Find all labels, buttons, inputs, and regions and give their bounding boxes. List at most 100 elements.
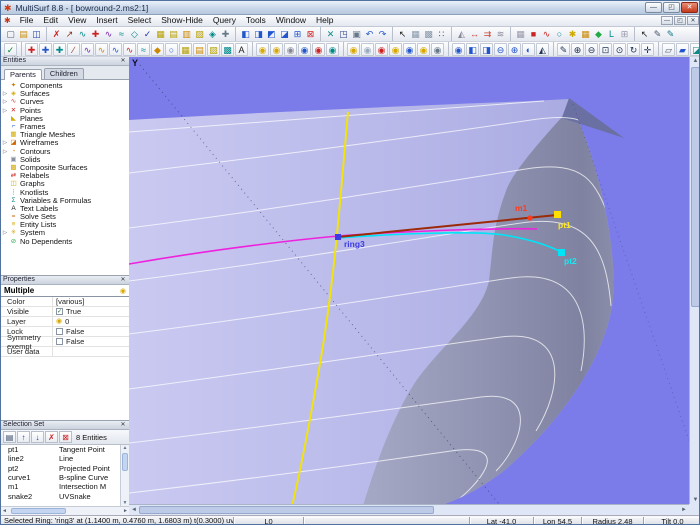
insert-surface-2-icon[interactable]: ▤ (167, 28, 180, 41)
lasso-select-icon[interactable]: ▩ (422, 28, 435, 41)
ccurve-tool-icon[interactable]: ∿ (123, 43, 136, 56)
expand-icon[interactable]: ▷ (1, 91, 9, 97)
grid-toggle-icon[interactable]: ▦ (514, 28, 527, 41)
edit-surface-icon[interactable]: ✱ (566, 28, 579, 41)
ring-tool-icon[interactable]: ○ (165, 43, 178, 56)
property-value[interactable]: [various] (53, 297, 129, 306)
surf-tool-4-icon[interactable]: ▩ (221, 43, 234, 56)
view-side-icon[interactable]: ◨ (480, 43, 493, 56)
snake-tool-icon[interactable]: ≈ (137, 43, 150, 56)
move-down-icon[interactable]: ↓ (31, 431, 44, 443)
menu-item-file[interactable]: File (15, 15, 39, 26)
surf-tool-3-icon[interactable]: ▨ (207, 43, 220, 56)
arc-tool-icon[interactable]: ∿ (95, 43, 108, 56)
pan-view-icon[interactable]: ✛ (641, 43, 654, 56)
show-icon[interactable]: ◉ (256, 43, 269, 56)
restore-button[interactable]: ◰ (663, 2, 680, 13)
expand-icon[interactable]: ▷ (1, 140, 9, 146)
insert-point-icon[interactable]: ✚ (89, 28, 102, 41)
visibility-2-icon[interactable]: ◉ (361, 43, 374, 56)
selection-row-pt1[interactable]: pt1Tangent Point (1, 445, 120, 454)
show-curves-icon[interactable]: ◉ (312, 43, 325, 56)
probe-icon[interactable]: ✎ (651, 28, 664, 41)
frame-entity-icon[interactable]: ⊞ (618, 28, 631, 41)
polyline-tool-icon[interactable]: ∿ (81, 43, 94, 56)
pointer-select-icon[interactable]: ↖ (396, 28, 409, 41)
point-tool-icon[interactable]: ✚ (25, 43, 38, 56)
window-tile-icon[interactable]: ◨ (252, 28, 265, 41)
redo-icon[interactable]: ↷ (376, 28, 389, 41)
checkbox-icon[interactable] (56, 328, 63, 335)
insert-surface-1-icon[interactable]: ▦ (154, 28, 167, 41)
window-split-icon[interactable]: ◩ (265, 28, 278, 41)
list-view-icon[interactable]: ▤ (3, 431, 16, 443)
insert-snake-icon[interactable]: ≈ (115, 28, 128, 41)
copy-icon[interactable]: ◳ (337, 28, 350, 41)
window-cascade-icon[interactable]: ◧ (239, 28, 252, 41)
view-iso-icon[interactable]: ◐ (522, 43, 535, 56)
menu-item-show-hide[interactable]: Show-Hide (156, 15, 208, 26)
visibility-5-icon[interactable]: ◉ (403, 43, 416, 56)
selection-row-curve1[interactable]: curve1B-spline Curve (1, 473, 120, 482)
proj-point-tool-icon[interactable]: ✚ (53, 43, 66, 56)
insert-line-icon[interactable]: ↗ (63, 28, 76, 41)
zoom-all-icon[interactable]: ⊙ (613, 43, 626, 56)
viewport-horizontal-scrollbar[interactable]: ◄► (129, 504, 689, 515)
cut-icon[interactable]: ✕ (324, 28, 337, 41)
tree-item-no-dependents[interactable]: ⊘No Dependents (1, 238, 129, 246)
checkbox-icon[interactable]: ✓ (56, 308, 63, 315)
verify-icon[interactable]: ✓ (141, 28, 154, 41)
edit-snake-icon[interactable]: ○ (553, 28, 566, 41)
close-button[interactable]: ✕ (681, 2, 698, 13)
insert-more-icon[interactable]: ✚ (219, 28, 232, 41)
selection-row-pt2[interactable]: pt2Projected Point (1, 464, 120, 473)
view-bottom-icon[interactable]: ⊕ (508, 43, 521, 56)
minimize-button[interactable]: — (645, 2, 662, 13)
show-points-icon[interactable]: ◉ (326, 43, 339, 56)
menu-item-query[interactable]: Query (208, 15, 241, 26)
fence-select-icon[interactable]: ▦ (409, 28, 422, 41)
menu-item-view[interactable]: View (63, 15, 91, 26)
insert-solid-icon[interactable]: ◈ (206, 28, 219, 41)
clear-all-icon[interactable]: ⊠ (59, 431, 72, 443)
property-value[interactable]: ✓True (53, 307, 129, 316)
properties-close-icon[interactable]: ✕ (119, 276, 127, 284)
twist-icon[interactable]: ≋ (494, 28, 507, 41)
window-grid-icon[interactable]: ⊞ (291, 28, 304, 41)
sketch-icon[interactable]: ✎ (557, 43, 570, 56)
view-front-icon[interactable]: ◧ (466, 43, 479, 56)
align-icon[interactable]: ◭ (455, 28, 468, 41)
rel-point-tool-icon[interactable]: ✚ (39, 43, 52, 56)
child-minimize-button[interactable]: — (661, 16, 673, 25)
mode-hidden-icon[interactable]: ▰ (676, 43, 689, 56)
expand-icon[interactable]: ▷ (1, 149, 9, 155)
paste-icon[interactable]: ▣ (350, 28, 363, 41)
mode-wireframe-icon[interactable]: ▱ (662, 43, 675, 56)
viewport-vertical-scrollbar[interactable]: ▲▼ (689, 57, 700, 504)
delete-entity-icon[interactable]: ✗ (50, 28, 63, 41)
entities-close-icon[interactable]: ✕ (119, 57, 127, 65)
surf-tool-1-icon[interactable]: ▦ (179, 43, 192, 56)
window-new-icon[interactable]: ◪ (278, 28, 291, 41)
menu-item-help[interactable]: Help (311, 15, 338, 26)
mode-shaded-icon[interactable]: ◪ (690, 43, 700, 56)
probe-snap-icon[interactable]: ✎ (664, 28, 677, 41)
selection-row-line2[interactable]: line2Line (1, 454, 120, 463)
menu-item-select[interactable]: Select (123, 15, 157, 26)
zoom-in-icon[interactable]: ⊕ (571, 43, 584, 56)
hide-icon[interactable]: ◉ (284, 43, 297, 56)
show-all-icon[interactable]: ◉ (270, 43, 283, 56)
offset-icon[interactable]: ⇉ (481, 28, 494, 41)
text-tool-icon[interactable]: A (235, 43, 248, 56)
drag-entity-icon[interactable]: ◆ (592, 28, 605, 41)
rotate-view-icon[interactable]: ↻ (627, 43, 640, 56)
new-file-icon[interactable]: ▢ (4, 28, 17, 41)
pointer-query-icon[interactable]: ↖ (638, 28, 651, 41)
edit-mesh-icon[interactable]: ▦ (579, 28, 592, 41)
magnet-tool-icon[interactable]: ◆ (151, 43, 164, 56)
property-value[interactable]: False (53, 337, 129, 346)
stretch-icon[interactable]: ↔ (468, 28, 481, 41)
child-restore-button[interactable]: ◰ (674, 16, 686, 25)
label-entity-icon[interactable]: L (605, 28, 618, 41)
visibility-3-icon[interactable]: ◉ (375, 43, 388, 56)
